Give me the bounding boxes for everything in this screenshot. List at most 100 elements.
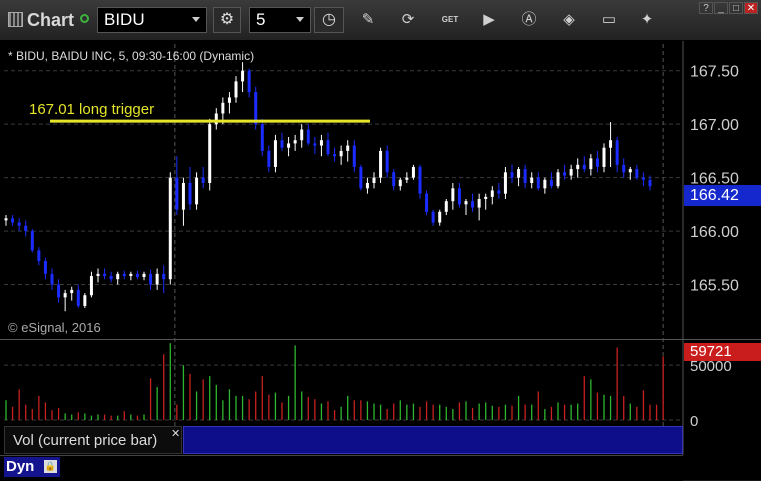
- candle-body: [142, 273, 146, 278]
- candle-body: [530, 177, 534, 183]
- candle-body: [70, 289, 74, 294]
- candle-body: [50, 273, 54, 285]
- candle-body: [425, 193, 429, 212]
- candle-body: [536, 177, 540, 189]
- candle-body: [405, 177, 409, 180]
- candle-body: [543, 179, 547, 189]
- close-icon[interactable]: ✕: [171, 427, 180, 440]
- candle-body: [195, 177, 199, 205]
- candle-body: [76, 289, 80, 306]
- candle-body: [155, 273, 159, 285]
- candle-body: [365, 182, 369, 189]
- candle-body: [563, 172, 567, 176]
- candle-body: [635, 169, 639, 178]
- copyright: © eSignal, 2016: [8, 320, 101, 335]
- candle-body: [339, 150, 343, 157]
- volume-legend[interactable]: Vol (current price bar): [4, 426, 182, 454]
- candle-body: [273, 140, 277, 167]
- price-tick-label: 166.00: [690, 224, 739, 241]
- candle-body: [260, 124, 264, 151]
- candle-body: [293, 140, 297, 144]
- candle-body: [17, 222, 21, 226]
- candle-body: [477, 199, 481, 208]
- candle-body: [83, 295, 87, 306]
- candle-body: [589, 158, 593, 170]
- candle-body: [457, 188, 461, 205]
- price-tick-label: 167.00: [690, 117, 739, 134]
- candle-body: [313, 143, 317, 146]
- candle-body: [37, 250, 41, 262]
- trigger-annotation: 167.01 long trigger: [29, 101, 155, 118]
- candle-body: [57, 284, 61, 298]
- candle-body: [615, 140, 619, 165]
- price-tick-label: 167.50: [690, 64, 739, 81]
- candle-body: [490, 190, 494, 197]
- candle-body: [287, 143, 291, 148]
- candle-body: [359, 166, 363, 189]
- candle-body: [149, 273, 153, 285]
- chart-svg: 167.50167.00166.50166.00165.505000002912…: [0, 41, 761, 476]
- candle-body: [372, 177, 376, 183]
- candle-body: [622, 164, 626, 173]
- candle-body: [628, 169, 632, 173]
- last-price-tag: 166.42: [684, 185, 761, 206]
- candle-body: [641, 177, 645, 180]
- candle-body: [464, 201, 468, 205]
- candle-body: [181, 182, 185, 210]
- lock-icon[interactable]: 🔒: [44, 460, 57, 473]
- candle-body: [431, 211, 435, 223]
- candle-body: [510, 172, 514, 178]
- candle-body: [549, 179, 553, 187]
- candle-body: [595, 158, 599, 167]
- candle-body: [444, 201, 448, 212]
- last-volume-tag: 59721: [684, 343, 761, 361]
- candle-body: [116, 273, 120, 280]
- candle-body: [517, 169, 521, 178]
- candle-body: [602, 147, 606, 167]
- candle-body: [346, 145, 350, 151]
- candle-body: [609, 140, 613, 148]
- candle-body: [326, 140, 330, 155]
- candle-body: [411, 166, 415, 178]
- candle-body: [582, 164, 586, 170]
- candle-body: [379, 150, 383, 178]
- candle-body: [43, 261, 47, 274]
- candle-body: [89, 275, 93, 296]
- candle-body: [438, 211, 442, 223]
- price-tick-label: 165.50: [690, 278, 739, 295]
- candle-body: [175, 177, 179, 210]
- candle-body: [503, 172, 507, 194]
- candle-body: [109, 275, 113, 280]
- volume-tick-label: 0: [690, 413, 698, 430]
- candle-body: [122, 273, 126, 276]
- candle-body: [227, 97, 231, 103]
- candle-body: [247, 70, 251, 93]
- candle-body: [188, 182, 192, 205]
- candle-body: [484, 196, 488, 200]
- candle-body: [385, 150, 389, 173]
- volume-input-band[interactable]: [183, 426, 683, 454]
- candle-body: [418, 166, 422, 194]
- candle-body: [280, 140, 284, 148]
- candle-body: [168, 177, 172, 280]
- candle-body: [267, 150, 271, 167]
- candle-body: [392, 172, 396, 187]
- candle-body: [11, 218, 15, 223]
- candle-body: [471, 201, 475, 208]
- candle-body: [96, 273, 100, 276]
- candle-body: [306, 129, 310, 144]
- candle-body: [497, 190, 501, 194]
- candle-body: [129, 273, 133, 276]
- candle-body: [103, 273, 107, 276]
- candle-body: [319, 140, 323, 146]
- candle-body: [24, 225, 28, 232]
- candle-body: [208, 124, 212, 183]
- candle-body: [648, 179, 652, 187]
- candle-body: [556, 172, 560, 187]
- candle-body: [30, 231, 34, 251]
- candle-body: [569, 169, 573, 176]
- candle-body: [300, 129, 304, 141]
- candle-body: [352, 145, 356, 167]
- candle-body: [201, 177, 205, 183]
- candle-body: [234, 81, 238, 98]
